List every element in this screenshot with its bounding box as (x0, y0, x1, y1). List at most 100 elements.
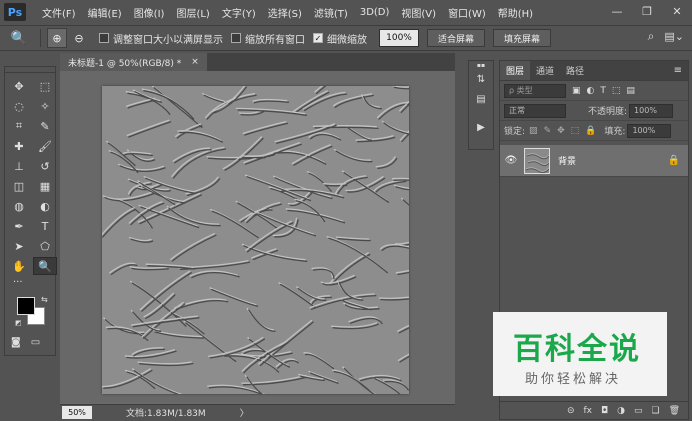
menu-help[interactable]: 帮助(H) (492, 5, 539, 20)
healing-tool-icon[interactable]: ✚ (7, 137, 31, 155)
document-tab[interactable]: 未标题-1 @ 50%(RGB/8) * × (60, 53, 207, 71)
more-tools-icon[interactable]: ··· (13, 277, 23, 288)
lock-pixels-icon[interactable]: ✎ (544, 126, 552, 136)
shape-tool-icon[interactable]: ⬠ (33, 237, 57, 255)
checkbox-label: 细微缩放 (327, 34, 367, 46)
adjustment-filter-icon[interactable]: ◐ (587, 86, 595, 96)
tab-paths[interactable]: 路径 (560, 61, 590, 80)
adjustment-layer-icon[interactable]: ◑ (617, 406, 625, 416)
lock-position-icon[interactable]: ✥ (557, 126, 565, 136)
pixel-filter-icon[interactable]: ▣ (572, 86, 581, 96)
menu-view[interactable]: 视图(V) (395, 5, 442, 20)
search-icon[interactable]: ⌕ (648, 29, 655, 44)
zoom-all-windows-checkbox[interactable]: 缩放所有窗口 (231, 31, 305, 46)
path-select-tool-icon[interactable]: ➤ (7, 237, 31, 255)
crop-tool-icon[interactable]: ⌗ (7, 117, 31, 135)
marquee-tool-icon[interactable]: ⬚ (33, 77, 57, 95)
lock-artboard-icon[interactable]: ⬚ (571, 126, 580, 136)
layers-panel-footer: ⊝ fx ◘ ◑ ▭ ❏ 🗑 (500, 401, 688, 419)
stamp-tool-icon[interactable]: ⊥ (7, 157, 31, 175)
menu-3d[interactable]: 3D(D) (354, 7, 396, 18)
trash-icon[interactable]: 🗑 (669, 406, 680, 416)
chevron-right-icon[interactable]: 〉 (240, 406, 249, 419)
checkbox-box[interactable] (231, 33, 241, 43)
blur-tool-icon[interactable]: ◍ (7, 197, 31, 215)
shape-filter-icon[interactable]: ⬚ (612, 86, 621, 96)
checkbox-label: 缩放所有窗口 (245, 34, 305, 46)
magic-wand-tool-icon[interactable]: ✧ (33, 97, 57, 115)
document-tab-title: 未标题-1 @ 50%(RGB/8) * (68, 58, 182, 69)
opacity-field[interactable]: 100% (629, 103, 674, 118)
workspace-icon[interactable]: ▤⌄ (664, 30, 684, 43)
swap-colors-icon[interactable]: ⇆ (41, 295, 48, 304)
brush-tool-icon[interactable]: 🖌 (33, 137, 57, 155)
actions-panel-icon[interactable]: ▶ (469, 117, 493, 137)
image-canvas[interactable] (102, 86, 409, 394)
link-layers-icon[interactable]: ⊝ (567, 406, 575, 416)
zoom-in-button[interactable]: ⊕ (47, 28, 67, 48)
eye-icon[interactable]: 👁 (500, 155, 522, 166)
lock-transparency-icon[interactable]: ▨ (529, 126, 538, 136)
canvas-area[interactable] (60, 71, 455, 403)
properties-panel-icon[interactable]: ▤ (469, 89, 493, 109)
document-info: 文档:1.83M/1.83M (126, 409, 206, 419)
menu-window[interactable]: 窗口(W) (442, 5, 492, 20)
close-icon[interactable]: × (191, 57, 199, 67)
dodge-tool-icon[interactable]: ◐ (33, 197, 57, 215)
status-zoom-field[interactable]: 50% (62, 406, 92, 419)
smart-object-filter-icon[interactable]: ▤ (626, 86, 635, 96)
type-filter-icon[interactable]: T (600, 86, 606, 96)
lasso-tool-icon[interactable]: ◌ (7, 97, 31, 115)
new-layer-icon[interactable]: ❏ (651, 406, 659, 416)
restore-button[interactable]: ❐ (632, 0, 662, 22)
zoom-tool-icon[interactable]: 🔍 (33, 257, 57, 275)
resize-windows-checkbox[interactable]: 调整窗口大小以满屏显示 (99, 31, 223, 46)
blend-mode-select[interactable]: 正常 (504, 103, 566, 118)
lock-icon: 🔒 (667, 155, 680, 166)
lock-fill-row: 锁定: ▨ ✎ ✥ ⬚ 🔒 填充: 100% (500, 121, 688, 141)
menu-edit[interactable]: 编辑(E) (82, 5, 128, 20)
checkbox-box-checked[interactable]: ✓ (313, 33, 323, 43)
options-bar: 🔍 ⊕ ⊖ 调整窗口大小以满屏显示 缩放所有窗口 ✓ 细微缩放 100% 适合屏… (0, 25, 692, 51)
quick-mask-icon[interactable]: ◙ (11, 337, 21, 348)
layer-style-icon[interactable]: fx (583, 406, 592, 416)
history-brush-tool-icon[interactable]: ↺ (33, 157, 57, 175)
fill-label: 填充: (604, 127, 626, 137)
scrubby-zoom-checkbox[interactable]: ✓ 细微缩放 (313, 31, 367, 46)
history-panel-icon[interactable]: ⇅ (469, 69, 493, 89)
layer-filter-select[interactable]: ρ 类型 (504, 83, 566, 98)
fill-screen-button[interactable]: 填充屏幕 (493, 29, 552, 47)
fill-field[interactable]: 100% (627, 123, 672, 138)
gradient-tool-icon[interactable]: ▦ (33, 177, 57, 195)
hand-tool-icon[interactable]: ✋ (7, 257, 31, 275)
screen-mode-icon[interactable]: ▭ (31, 337, 40, 348)
pen-tool-icon[interactable]: ✒ (7, 217, 31, 235)
menu-image[interactable]: 图像(I) (128, 5, 171, 20)
menu-select[interactable]: 选择(S) (262, 5, 308, 20)
foreground-color-swatch[interactable] (17, 297, 35, 315)
panel-menu-icon[interactable]: ≡ (674, 61, 688, 80)
close-button[interactable]: ✕ (662, 0, 692, 22)
zoom-percent-field[interactable]: 100% (379, 29, 419, 47)
lock-all-icon[interactable]: 🔒 (585, 126, 596, 136)
tab-channels[interactable]: 通道 (530, 61, 560, 80)
move-tool-icon[interactable]: ✥ (7, 77, 31, 95)
eyedropper-tool-icon[interactable]: ✎ (33, 117, 57, 135)
new-group-icon[interactable]: ▭ (634, 406, 643, 416)
default-colors-icon[interactable]: ◩ (15, 319, 22, 327)
tab-layers[interactable]: 图层 (500, 61, 531, 80)
checkbox-box[interactable] (99, 33, 109, 43)
emboss-texture (102, 86, 409, 394)
layer-row-background[interactable]: 👁 背景 🔒 (500, 145, 688, 177)
zoom-tool-preset-icon[interactable]: 🔍 (4, 27, 34, 49)
zoom-out-button[interactable]: ⊖ (69, 28, 89, 48)
eraser-tool-icon[interactable]: ◫ (7, 177, 31, 195)
menu-layer[interactable]: 图层(L) (170, 5, 215, 20)
minimize-button[interactable]: — (602, 0, 632, 22)
add-mask-icon[interactable]: ◘ (601, 406, 608, 416)
menu-file[interactable]: 文件(F) (36, 5, 82, 20)
menu-filter[interactable]: 滤镜(T) (308, 5, 354, 20)
menu-type[interactable]: 文字(Y) (216, 5, 262, 20)
type-tool-icon[interactable]: T (33, 217, 57, 235)
fit-screen-button[interactable]: 适合屏幕 (427, 29, 486, 47)
